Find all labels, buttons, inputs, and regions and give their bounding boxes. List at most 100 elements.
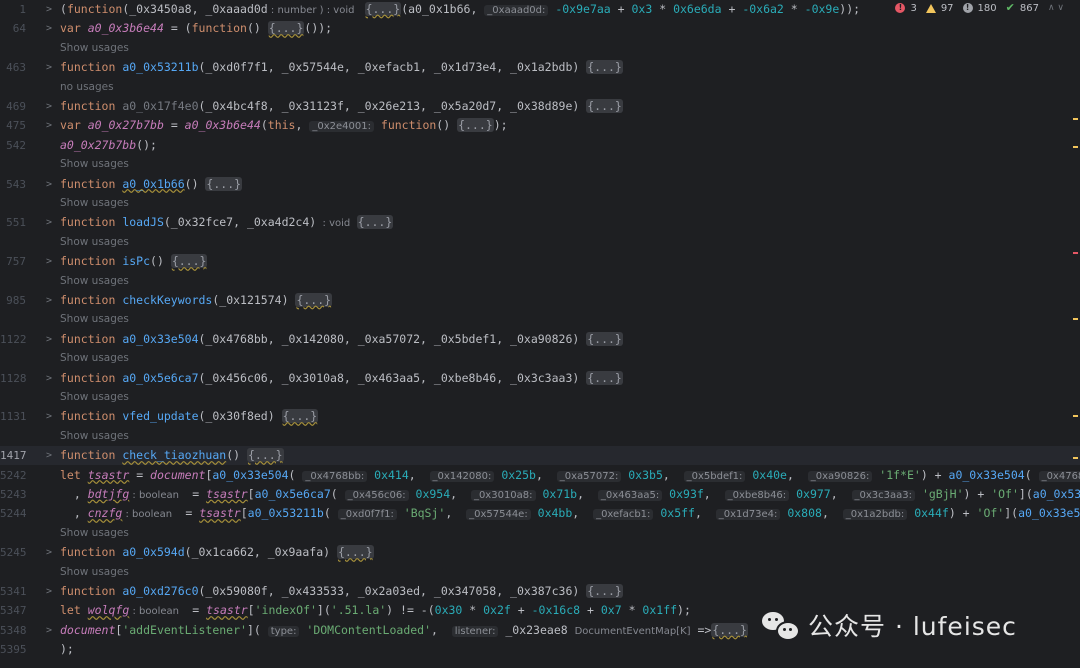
code-line[interactable]: 1122 > function a0_0x33e504(_0x4768bb, _0x…: [0, 330, 1080, 349]
line-number[interactable]: 64: [0, 19, 26, 38]
line-number[interactable]: 463: [0, 58, 26, 77]
code-line[interactable]: 5242 let tsastr = document[a0_0x33e504( _…: [0, 466, 1080, 485]
code-text[interactable]: function a0_0x33e504(_0x4768bb, _0x14208…: [60, 330, 623, 349]
line-number[interactable]: 5242: [0, 466, 27, 485]
show-usages-link[interactable]: Show usages: [60, 349, 129, 368]
code-line[interactable]: 551 > function loadJS(_0x32fce7, _0xa4d2c4…: [0, 213, 1080, 232]
fold-chevron-icon[interactable]: >: [46, 97, 52, 116]
code-text[interactable]: a0_0x27b7bb();: [60, 136, 157, 155]
show-usages-link[interactable]: Show usages: [60, 563, 129, 582]
fold-chevron-icon[interactable]: >: [46, 446, 52, 465]
fold-chevron-icon[interactable]: >: [46, 291, 52, 310]
line-number[interactable]: 5341: [0, 582, 27, 601]
folded-code-block[interactable]: {...}: [711, 622, 748, 637]
code-line[interactable]: 757 > function isPc() {...}: [0, 252, 1080, 271]
code-text[interactable]: );: [60, 640, 74, 659]
fold-chevron-icon[interactable]: >: [46, 582, 52, 601]
show-usages-link[interactable]: Show usages: [60, 233, 129, 252]
show-usages-link[interactable]: Show usages: [60, 155, 129, 174]
folded-code-block[interactable]: {...}: [586, 60, 623, 75]
folded-code-block[interactable]: {...}: [205, 176, 243, 191]
code-line[interactable]: 1128 > function a0_0x5e6ca7(_0x456c06, _0x…: [0, 369, 1080, 388]
line-number[interactable]: 757: [0, 252, 26, 271]
line-number[interactable]: 1128: [0, 369, 27, 388]
line-number[interactable]: 5245: [0, 543, 27, 562]
show-usages-link[interactable]: Show usages: [60, 427, 129, 446]
folded-code-block[interactable]: {...}: [586, 331, 623, 346]
folded-code-block[interactable]: {...}: [364, 2, 402, 16]
code-line[interactable]: 985 > function checkKeywords(_0x121574) {.…: [0, 291, 1080, 310]
vertical-scrollbar[interactable]: [1071, 0, 1080, 668]
fold-chevron-icon[interactable]: >: [46, 213, 52, 232]
folded-code-block[interactable]: {...}: [246, 448, 284, 463]
code-text[interactable]: function a0_0x53211b(_0xd0f7f1, _0x57544…: [60, 58, 623, 77]
line-number[interactable]: 543: [0, 175, 26, 194]
fold-chevron-icon[interactable]: >: [46, 330, 52, 349]
line-number[interactable]: 1: [0, 0, 26, 19]
code-text[interactable]: var a0_0x3b6e44 = (function() {...}());: [60, 19, 332, 38]
line-number[interactable]: 1131: [0, 407, 27, 426]
line-number[interactable]: 5348: [0, 621, 27, 640]
folded-code-block[interactable]: {...}: [295, 293, 333, 307]
inspection-status-widget[interactable]: ! 3 97 ! 180 ✔ 867 ∧ ∨: [891, 0, 1068, 16]
show-usages-link[interactable]: Show usages: [60, 194, 129, 213]
show-usages-link[interactable]: Show usages: [60, 524, 129, 543]
fold-chevron-icon[interactable]: >: [46, 0, 52, 19]
line-number[interactable]: 5244: [0, 504, 27, 523]
code-text[interactable]: , bdtjfg : boolean = tsastr[a0_0x5e6ca7(…: [60, 485, 1080, 505]
scroll-marker[interactable]: [1073, 457, 1078, 459]
code-line[interactable]: 1131 > function vfed_update(_0x30f8ed) {..…: [0, 407, 1080, 426]
line-number[interactable]: 475: [0, 116, 26, 135]
code-line[interactable]: 469 > function a0_0x17f4e0(_0x4bc4f8, _0x3…: [0, 97, 1080, 116]
line-number[interactable]: 469: [0, 97, 26, 116]
code-line[interactable]: 475 > var a0_0x27b7bb = a0_0x3b6e44(this, …: [0, 116, 1080, 135]
code-text[interactable]: function a0_0x594d(_0x1ca662, _0x9aafa) …: [60, 543, 374, 562]
code-text[interactable]: function isPc() {...}: [60, 252, 208, 271]
code-line[interactable]: 5243 , bdtjfg : boolean = tsastr[a0_0x5e…: [0, 485, 1080, 504]
code-line[interactable]: 5245 > function a0_0x594d(_0x1ca662, _0x9a…: [0, 543, 1080, 562]
code-line[interactable]: 542 a0_0x27b7bb();: [0, 136, 1080, 155]
folded-code-block[interactable]: {...}: [586, 370, 623, 385]
chevron-icon[interactable]: ∧ ∨: [1048, 3, 1064, 13]
code-text[interactable]: function a0_0xd276c0(_0x59080f, _0x43353…: [60, 582, 623, 601]
show-usages-link[interactable]: Show usages: [60, 388, 129, 407]
code-text[interactable]: function checkKeywords(_0x121574) {...}: [60, 291, 333, 310]
fold-chevron-icon[interactable]: >: [46, 543, 52, 562]
folded-code-block[interactable]: {...}: [267, 21, 305, 36]
folded-code-block[interactable]: {...}: [586, 99, 623, 113]
folded-code-block[interactable]: {...}: [281, 409, 319, 424]
code-text[interactable]: (function(_0x3450a8, _0xaaad0d : number …: [60, 0, 860, 20]
code-text[interactable]: function vfed_update(_0x30f8ed) {...}: [60, 407, 319, 426]
show-usages-link[interactable]: Show usages: [60, 39, 129, 58]
code-text[interactable]: , cnzfg : boolean = tsastr[a0_0x53211b( …: [60, 504, 1080, 524]
code-line[interactable]: 64 > var a0_0x3b6e44 = (function() {...}()…: [0, 19, 1080, 38]
line-number[interactable]: 985: [0, 291, 26, 310]
code-text[interactable]: document['addEventListener']( type: 'DOM…: [60, 621, 748, 641]
code-line[interactable]: 1417 > function check_tiaozhuan() {...}: [0, 446, 1080, 466]
line-number[interactable]: 1417: [0, 446, 27, 465]
fold-chevron-icon[interactable]: >: [46, 407, 52, 426]
folded-code-block[interactable]: {...}: [336, 545, 374, 560]
folded-code-block[interactable]: {...}: [586, 584, 623, 598]
code-text[interactable]: function a0_0x1b66() {...}: [60, 175, 243, 194]
show-usages-link[interactable]: Show usages: [60, 272, 129, 291]
line-number[interactable]: 551: [0, 213, 26, 232]
fold-chevron-icon[interactable]: >: [46, 369, 52, 388]
scroll-marker[interactable]: [1073, 118, 1078, 120]
code-line[interactable]: 543 > function a0_0x1b66() {...}: [0, 175, 1080, 194]
code-line[interactable]: 5244 , cnzfg : boolean = tsastr[a0_0x532…: [0, 504, 1080, 523]
code-text[interactable]: function check_tiaozhuan() {...}: [60, 446, 284, 465]
code-text[interactable]: function a0_0x5e6ca7(_0x456c06, _0x3010a…: [60, 369, 623, 388]
fold-chevron-icon[interactable]: >: [46, 58, 52, 77]
line-number[interactable]: 5243: [0, 485, 27, 504]
fold-chevron-icon[interactable]: >: [46, 621, 52, 640]
code-text[interactable]: var a0_0x27b7bb = a0_0x3b6e44(this, _0x2…: [60, 116, 508, 136]
code-editor[interactable]: 1 > (function(_0x3450a8, _0xaaad0d : numbe…: [0, 0, 1080, 668]
show-usages-link[interactable]: Show usages: [60, 310, 129, 329]
scroll-marker[interactable]: [1073, 252, 1078, 254]
scroll-marker[interactable]: [1073, 318, 1078, 320]
line-number[interactable]: 542: [0, 136, 26, 155]
folded-code-block[interactable]: {...}: [457, 118, 494, 133]
code-text[interactable]: let tsastr = document[a0_0x33e504( _0x47…: [60, 466, 1080, 486]
fold-chevron-icon[interactable]: >: [46, 19, 52, 38]
